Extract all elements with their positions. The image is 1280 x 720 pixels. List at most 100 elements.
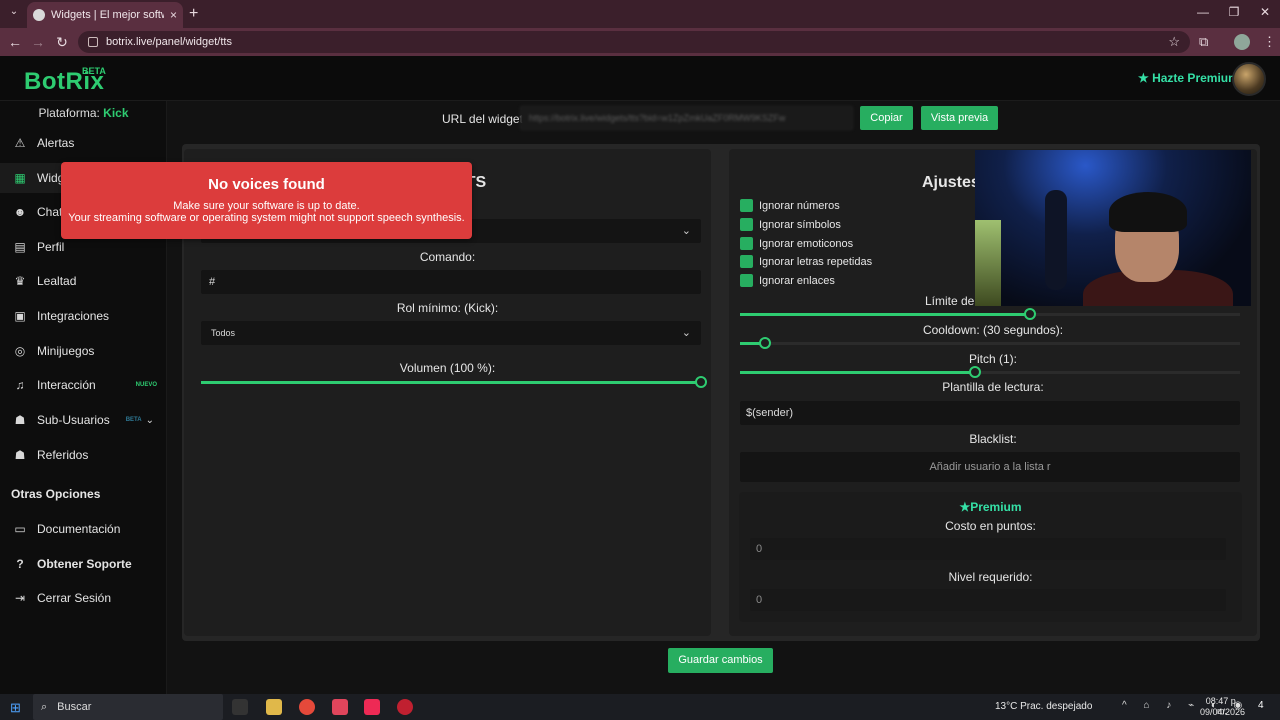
sidebar-item-label: Integraciones xyxy=(37,309,110,323)
sidebar-item-label: Lealtad xyxy=(37,274,77,288)
sidebar-item-integraciones[interactable]: ▣ Integraciones xyxy=(0,301,167,331)
extensions-icon[interactable]: ⧉ xyxy=(1199,34,1208,50)
checkbox-label: Ignorar símbolos xyxy=(759,218,841,231)
checkbox-box[interactable] xyxy=(740,274,753,287)
reload-button[interactable]: ↻ xyxy=(54,34,70,51)
sidebar-item-alertas[interactable]: ⚠ Alertas xyxy=(0,128,167,158)
checkbox-ignorar-simbolos[interactable]: Ignorar símbolos xyxy=(740,218,841,231)
sidebar-item-sub-usuarios[interactable]: ☗ Sub-Usuarios BETA ⌄ xyxy=(0,405,167,435)
sidebar-item-label: Minijuegos xyxy=(37,344,95,358)
cost-label: Costo en puntos: xyxy=(945,519,1036,533)
slider-track[interactable] xyxy=(740,342,1240,345)
url-text: botrix.live/panel/widget/tts xyxy=(106,36,232,48)
sidebar-item-documentacion[interactable]: ▭ Documentación xyxy=(0,514,167,544)
url-bar[interactable]: botrix.live/panel/widget/tts ☆ xyxy=(78,31,1190,53)
sidebar-item-label: Perfil xyxy=(37,240,65,254)
command-input[interactable]: # xyxy=(201,270,701,294)
task-view-icon[interactable] xyxy=(232,699,248,715)
notifications-count[interactable]: 4 xyxy=(1258,700,1264,711)
minimize-button[interactable]: — xyxy=(1188,5,1218,19)
role-select[interactable]: Todos ⌄ xyxy=(201,321,701,345)
template-input[interactable]: $(sender) xyxy=(740,401,1240,425)
browser-tab[interactable]: Widgets | El mejor software par × xyxy=(27,2,183,28)
close-window-button[interactable]: ✕ xyxy=(1250,5,1280,19)
section-title-otras-opciones: Otras Opciones xyxy=(11,487,101,501)
checkbox-ignorar-numeros[interactable]: Ignorar números xyxy=(740,199,840,212)
checkbox-box[interactable] xyxy=(740,218,753,231)
command-label: Comando: xyxy=(419,250,476,264)
sidebar-item-minijuegos[interactable]: ◎ Minijuegos xyxy=(0,336,167,366)
preview-button[interactable]: Vista previa xyxy=(921,106,998,130)
taskbar-search[interactable]: ⌕ Buscar xyxy=(33,694,223,720)
toast-title: No voices found xyxy=(208,176,325,193)
slider-handle[interactable] xyxy=(1024,308,1036,320)
sidebar-item-label: Chat xyxy=(37,205,63,219)
obs-icon[interactable] xyxy=(397,699,413,715)
level-input[interactable]: 0 xyxy=(750,589,1226,611)
browser-menu-icon[interactable]: ⋮ xyxy=(1263,34,1276,50)
webcam-person-hair xyxy=(1109,192,1187,232)
sidebar-item-label: Obtener Soporte xyxy=(37,557,132,571)
sidebar-item-interaccion[interactable]: ♫ Interacción NUEVO xyxy=(0,370,167,400)
tab-list-icon[interactable]: ⌄ xyxy=(6,6,22,22)
widget-url-field[interactable]: https://botrix.live/widgets/tts?bid=w1Zp… xyxy=(520,106,853,130)
chevron-down-icon[interactable]: ⌄ xyxy=(146,415,154,426)
bookmark-star-icon[interactable]: ☆ xyxy=(1168,34,1180,50)
ajustes-card-title: Ajustes xyxy=(922,174,980,191)
checkbox-ignorar-emoticonos[interactable]: Ignorar emoticonos xyxy=(740,237,853,250)
address-bar-row: ← → ↻ botrix.live/panel/widget/tts ☆ ⧉ ⋮ xyxy=(0,28,1280,56)
chrome-icon[interactable] xyxy=(299,699,315,715)
chevron-down-icon: ⌄ xyxy=(681,327,691,339)
site-info-icon[interactable] xyxy=(88,37,98,47)
sidebar-item-label: Cerrar Sesión xyxy=(37,591,112,605)
back-button[interactable]: ← xyxy=(7,34,23,50)
new-tab-button[interactable]: + xyxy=(189,5,198,23)
slider-handle[interactable] xyxy=(969,366,981,378)
sidebar-item-lealtad[interactable]: ♛ Lealtad xyxy=(0,266,167,296)
clock-date[interactable]: 09/04/2026 xyxy=(1200,707,1245,717)
weather-widget[interactable]: 13°C Prac. despejado xyxy=(995,701,1092,712)
blacklist-input[interactable]: Añadir usuario a la lista r xyxy=(740,452,1240,482)
restore-button[interactable]: ❐ xyxy=(1219,5,1249,19)
checkbox-ignorar-enlaces[interactable]: Ignorar enlaces xyxy=(740,274,835,287)
checkbox-label: Ignorar enlaces xyxy=(759,274,835,287)
slider-handle[interactable] xyxy=(695,376,707,388)
toast-message-line2: Your streaming software or operating sys… xyxy=(68,212,465,224)
slider-handle[interactable] xyxy=(759,337,771,349)
logout-icon: ⇥ xyxy=(14,591,26,605)
hazte-premium-link[interactable]: ★ Hazte Premium xyxy=(1138,71,1239,85)
copy-button[interactable]: Copiar xyxy=(860,106,913,130)
checkbox-box[interactable] xyxy=(740,237,753,250)
tiktok-icon[interactable] xyxy=(364,699,380,715)
checkbox-ignorar-letras-repetidas[interactable]: Ignorar letras repetidas xyxy=(740,255,872,268)
platform-value: Kick xyxy=(103,106,129,120)
sidebar-item-soporte[interactable]: ? Obtener Soporte xyxy=(0,549,167,579)
sidebar-item-label: Alertas xyxy=(37,136,75,150)
browser-profile-avatar[interactable] xyxy=(1234,34,1250,50)
cost-input[interactable]: 0 xyxy=(750,538,1226,560)
grid-icon: ▦ xyxy=(14,171,26,185)
sidebar-item-cerrar-sesion[interactable]: ⇥ Cerrar Sesión xyxy=(0,583,167,613)
file-explorer-icon[interactable] xyxy=(266,699,282,715)
gamepad-icon: ◎ xyxy=(14,344,26,358)
id-card-icon: ▤ xyxy=(14,240,26,254)
save-button[interactable]: Guardar cambios xyxy=(668,648,773,673)
checkbox-box[interactable] xyxy=(740,199,753,212)
user-avatar[interactable] xyxy=(1232,62,1266,96)
logo-beta-badge: BETA xyxy=(82,66,106,76)
checkbox-label: Ignorar emoticonos xyxy=(759,237,854,250)
forward-button[interactable]: → xyxy=(30,34,46,50)
app-icon[interactable] xyxy=(332,699,348,715)
search-label: Buscar xyxy=(57,701,92,713)
close-tab-icon[interactable]: × xyxy=(170,8,177,22)
error-toast[interactable]: No voices found Make sure your software … xyxy=(61,162,472,239)
platform-label: Plataforma: xyxy=(38,106,100,120)
slider-fill xyxy=(740,313,1030,316)
pitch-label: Pitch (1): xyxy=(968,352,1017,366)
sidebar-item-referidos[interactable]: ☗ Referidos xyxy=(0,440,167,470)
start-button[interactable]: ⊞ xyxy=(10,700,21,716)
slider-fill xyxy=(201,381,701,384)
widget-url-label: URL del widget: xyxy=(442,112,527,126)
checkbox-box[interactable] xyxy=(740,255,753,268)
premium-title: ★Premium xyxy=(959,500,1022,514)
